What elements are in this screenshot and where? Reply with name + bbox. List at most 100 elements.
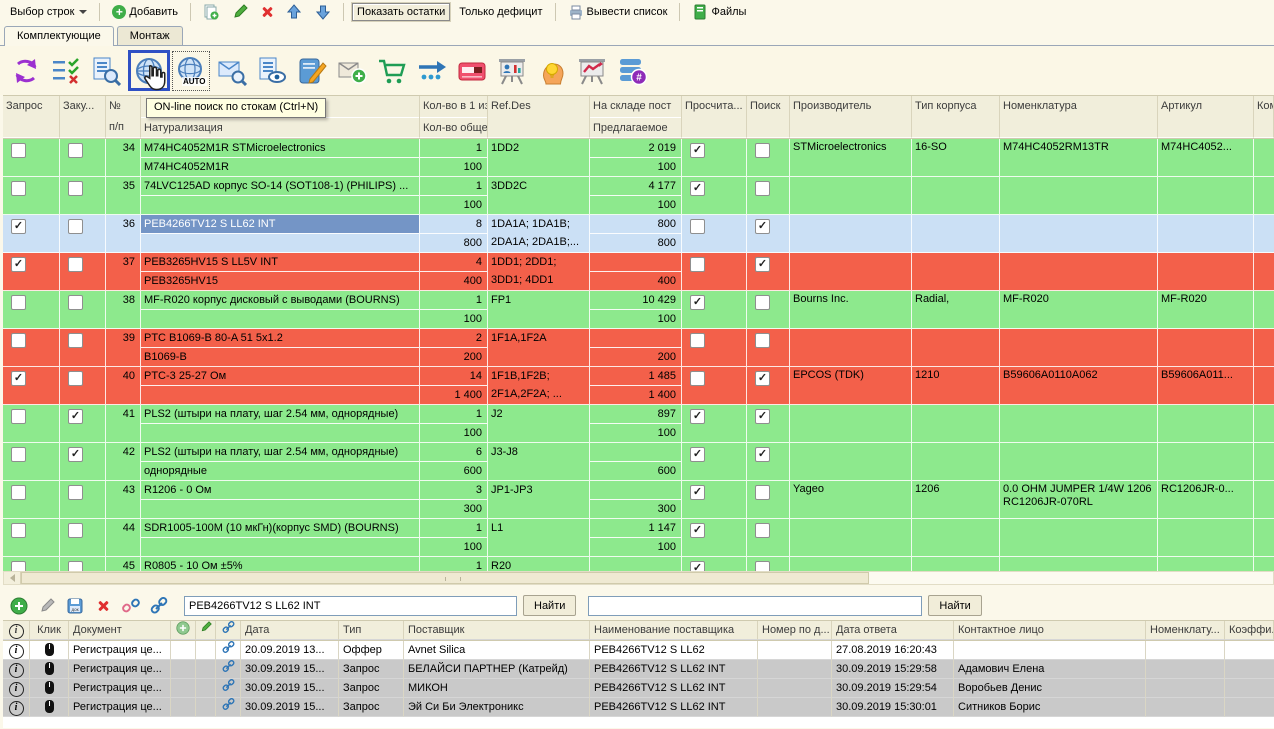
zakup-checkbox[interactable] <box>68 295 83 310</box>
proschitano-checkbox[interactable] <box>690 257 705 272</box>
manufacturer-cell[interactable]: Bourns Inc. <box>790 291 912 329</box>
row-number[interactable]: 45 <box>106 557 141 571</box>
unlink-button[interactable] <box>120 596 142 616</box>
manufacturer-cell[interactable]: STMicroelectronics <box>790 139 912 177</box>
zapros-checkbox[interactable] <box>11 181 26 196</box>
quote-row[interactable]: iРегистрация це...20.09.2019 13...ОфферA… <box>3 641 1274 660</box>
name-cell[interactable]: PEB4266TV12 S LL62 INT <box>141 215 420 253</box>
search-input[interactable] <box>184 596 517 616</box>
quote-answer-date-cell[interactable]: 30.09.2019 15:30:01 <box>832 698 954 717</box>
add-quote-button[interactable] <box>8 596 30 616</box>
poisk-cell[interactable] <box>747 177 790 215</box>
row-number[interactable]: 40 <box>106 367 141 405</box>
manufacturer-cell[interactable]: EPCOS (TDK) <box>790 367 912 405</box>
zakup-cell[interactable]: ✓ <box>60 443 106 481</box>
quote-row[interactable]: iРегистрация це...30.09.2019 15...Запрос… <box>3 679 1274 698</box>
package-cell[interactable] <box>912 443 1000 481</box>
proschitano-cell[interactable]: ✓ <box>682 139 747 177</box>
nomenclature-cell[interactable]: B59606A0110A062 <box>1000 367 1158 405</box>
zapros-cell[interactable]: ✓ <box>3 367 60 405</box>
refdes-cell[interactable]: R20 <box>488 557 590 571</box>
quote-row[interactable]: iРегистрация це...30.09.2019 15...Запрос… <box>3 660 1274 679</box>
poisk-checkbox[interactable]: ✓ <box>755 219 770 234</box>
zakup-checkbox[interactable] <box>68 371 83 386</box>
row-number[interactable]: 36 <box>106 215 141 253</box>
kom-cell[interactable] <box>1254 215 1274 253</box>
quote-coeff-cell[interactable] <box>1225 641 1274 660</box>
proschitano-checkbox[interactable]: ✓ <box>690 143 705 158</box>
article-cell[interactable] <box>1158 329 1254 367</box>
proschitano-checkbox[interactable] <box>690 219 705 234</box>
tab-montazh[interactable]: Монтаж <box>117 26 183 45</box>
cart-button[interactable] <box>374 52 410 90</box>
quote-nomenclature-cell[interactable] <box>1146 641 1225 660</box>
table-row[interactable]: 45R0805 - 10 Ом ±5%1R20✓ <box>3 557 1274 571</box>
nomenclature-cell[interactable] <box>1000 329 1158 367</box>
name-cell[interactable]: PLS2 (штыри на плату, шаг 2.54 мм, однор… <box>141 405 420 443</box>
row-number[interactable]: 34 <box>106 139 141 177</box>
table-row[interactable]: 38 MF-R020 корпус дисковый с выводами (B… <box>3 291 1274 329</box>
stock-cell[interactable]: 10 429100 <box>590 291 682 329</box>
manufacturer-cell[interactable] <box>790 215 912 253</box>
package-cell[interactable]: 1206 <box>912 481 1000 519</box>
poisk-cell[interactable]: ✓ <box>747 367 790 405</box>
stock-cell[interactable]: 4 177100 <box>590 177 682 215</box>
article-cell[interactable] <box>1158 443 1254 481</box>
proschitano-cell[interactable]: ✓ <box>682 519 747 557</box>
copy-row-button[interactable] <box>199 2 223 22</box>
quote-klik-cell[interactable] <box>30 660 69 679</box>
zapros-cell[interactable] <box>3 329 60 367</box>
delete-quote-button[interactable] <box>92 596 114 616</box>
poisk-cell[interactable] <box>747 519 790 557</box>
note-edit-button[interactable] <box>294 52 330 90</box>
table-row[interactable]: ✓36PEB4266TV12 S LL62 INT88001DA1A; 1DA1… <box>3 215 1274 253</box>
stock-cell[interactable]: 897100 <box>590 405 682 443</box>
table-row[interactable]: ✓40PTC-3 25-27 Ом141 4001F1B,1F2B;2F1A,2… <box>3 367 1274 405</box>
quote-edit-cell[interactable] <box>196 641 216 660</box>
package-cell[interactable] <box>912 177 1000 215</box>
article-cell[interactable]: B59606A011... <box>1158 367 1254 405</box>
poisk-cell[interactable]: ✓ <box>747 215 790 253</box>
proschitano-checkbox[interactable]: ✓ <box>690 485 705 500</box>
qty-cell[interactable]: 141 400 <box>420 367 488 405</box>
zakup-checkbox[interactable] <box>68 523 83 538</box>
zakup-checkbox[interactable]: ✓ <box>68 447 83 462</box>
proschitano-cell[interactable] <box>682 367 747 405</box>
sync-button[interactable] <box>8 52 44 90</box>
zakup-checkbox[interactable] <box>68 333 83 348</box>
qty-cell[interactable]: 3300 <box>420 481 488 519</box>
row-number[interactable]: 43 <box>106 481 141 519</box>
zapros-checkbox[interactable] <box>11 447 26 462</box>
nomenclature-cell[interactable]: M74HC4052RM13TR <box>1000 139 1158 177</box>
edit-row-button[interactable] <box>228 2 252 22</box>
manufacturer-cell[interactable] <box>790 329 912 367</box>
horizontal-scrollbar[interactable] <box>3 571 1274 585</box>
nomenclature-cell[interactable] <box>1000 557 1158 571</box>
tab-komplektuyushchie[interactable]: Комплектующие <box>4 26 114 46</box>
refdes-cell[interactable]: 1F1A,1F2A <box>488 329 590 367</box>
nomenclature-cell[interactable]: 0.0 OHM JUMPER 1/4W 1206 RC1206JR-070RL <box>1000 481 1158 519</box>
refdes-cell[interactable]: 3DD2C <box>488 177 590 215</box>
database-grid-button[interactable]: # <box>614 52 650 90</box>
flow-arrow-button[interactable] <box>414 52 450 90</box>
kom-cell[interactable] <box>1254 557 1274 571</box>
quote-number-cell[interactable] <box>758 698 832 717</box>
save-doc-button[interactable]: док <box>64 596 86 616</box>
kom-cell[interactable] <box>1254 481 1274 519</box>
delete-row-button[interactable] <box>257 4 277 20</box>
quote-supplier-cell[interactable]: БЕЛАЙСИ ПАРТНЕР (Катрейд) <box>404 660 590 679</box>
quote-supplier-name-cell[interactable]: PEB4266TV12 S LL62 INT <box>590 679 758 698</box>
kom-cell[interactable] <box>1254 329 1274 367</box>
zapros-checkbox[interactable] <box>11 143 26 158</box>
auto-search-button[interactable]: AUTO <box>172 51 210 91</box>
zakup-cell[interactable] <box>60 557 106 571</box>
zakup-cell[interactable] <box>60 215 106 253</box>
quote-type-cell[interactable]: Оффер <box>339 641 404 660</box>
table-row[interactable]: ✓41PLS2 (штыри на плату, шаг 2.54 мм, од… <box>3 405 1274 443</box>
poisk-cell[interactable]: ✓ <box>747 405 790 443</box>
manufacturer-cell[interactable]: Yageo <box>790 481 912 519</box>
row-number[interactable]: 44 <box>106 519 141 557</box>
quote-supplier-cell[interactable]: Эй Си Би Электроникс <box>404 698 590 717</box>
quote-supplier-cell[interactable]: Avnet Silica <box>404 641 590 660</box>
proschitano-checkbox[interactable] <box>690 371 705 386</box>
